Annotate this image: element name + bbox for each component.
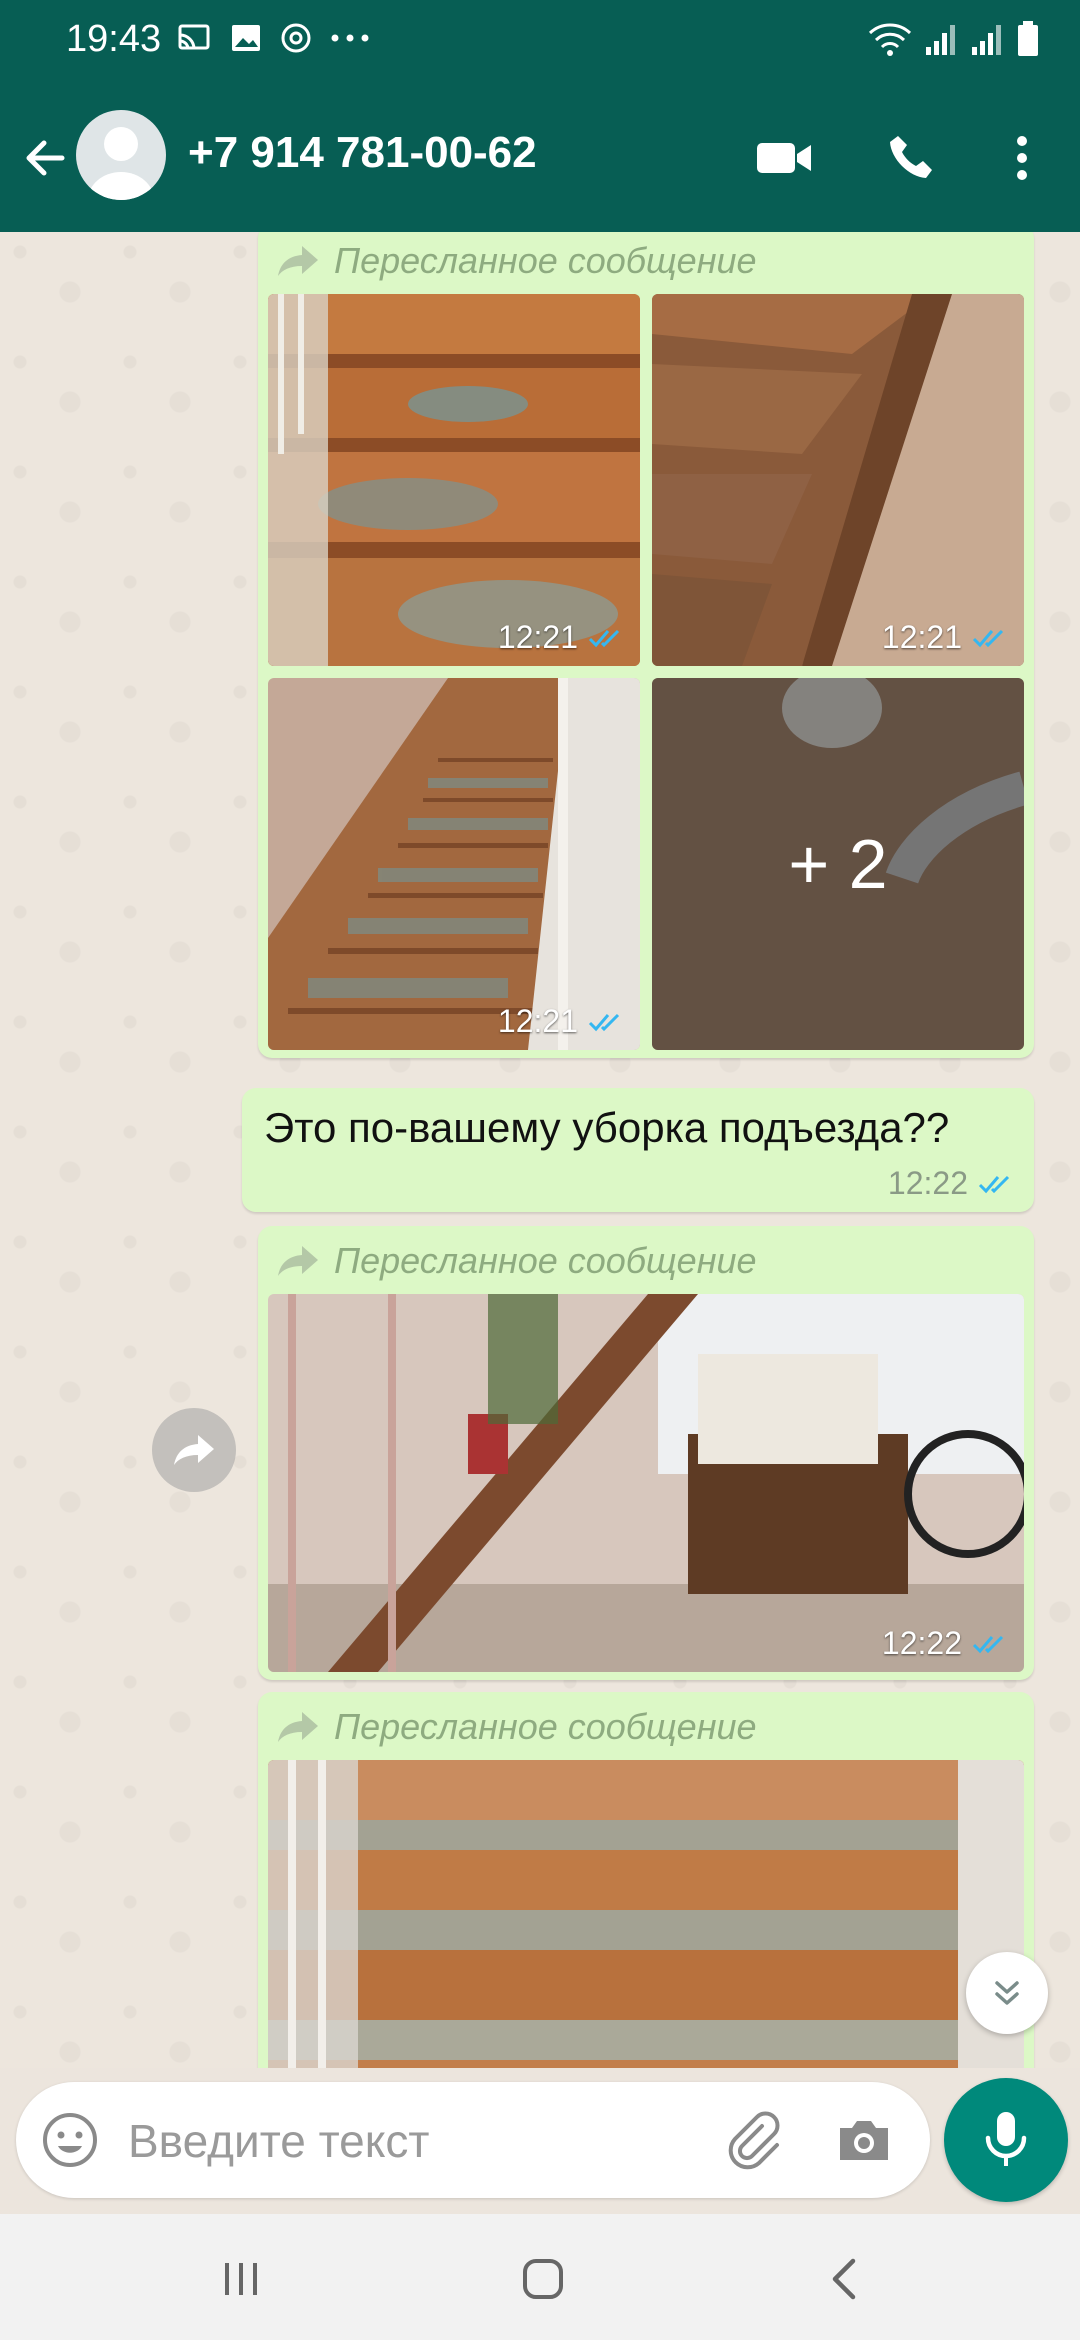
emoji-button[interactable]: [38, 2108, 102, 2172]
double-chevron-down-icon: [995, 1981, 1019, 2005]
read-ticks-icon: [588, 629, 620, 647]
battery-icon: [1018, 21, 1038, 56]
avatar[interactable]: [76, 110, 166, 200]
read-ticks-icon: [588, 1013, 620, 1031]
more-options-button[interactable]: [984, 120, 1060, 196]
forwarded-photo[interactable]: [268, 1760, 1024, 2068]
forwarded-photo-bubble[interactable]: Пересланное сообщение 12:22: [258, 1226, 1034, 1680]
camera-icon: [840, 2121, 888, 2160]
album-photo[interactable]: 12:21: [268, 294, 640, 666]
stair-photo: [268, 294, 640, 666]
hallway-photo: [268, 1294, 1024, 1672]
stair-photo: [268, 678, 640, 1050]
cast-icon: [178, 24, 210, 50]
forward-icon: [278, 1246, 318, 1276]
read-ticks-icon: [972, 629, 1004, 647]
photo-timestamp: 12:21: [498, 1003, 626, 1040]
read-ticks-icon: [972, 1635, 1004, 1653]
text-message-bubble[interactable]: Это по-вашему уборка подъезда?? 12:22: [242, 1088, 1034, 1212]
forward-icon: [278, 1712, 318, 1742]
system-nav-bar: [0, 2214, 1080, 2340]
nav-back-button[interactable]: [810, 2244, 880, 2314]
read-ticks-icon: [978, 1175, 1010, 1193]
forwarded-label: Пересланное сообщение: [276, 240, 757, 282]
camera-button[interactable]: [832, 2108, 896, 2172]
mic-icon: [985, 2112, 1027, 2166]
forwarded-label: Пересланное сообщение: [276, 1240, 757, 1282]
forward-icon: [174, 1435, 214, 1465]
avatar-icon: [88, 127, 154, 200]
forwarded-label: Пересланное сообщение: [276, 1706, 757, 1748]
at-icon: [281, 23, 311, 53]
phone-icon: [890, 136, 932, 178]
more-vert-icon: [1017, 136, 1027, 180]
stair-photo: [268, 1760, 1024, 2068]
back-icon: [832, 2258, 856, 2300]
chat-area[interactable]: Пересланное сообщение 12:21 12:21 12:21 …: [0, 232, 1080, 2068]
wifi-icon: [868, 23, 912, 56]
message-timestamp: 12:22: [888, 1165, 1016, 1202]
back-arrow-icon: [26, 140, 65, 176]
message-input[interactable]: Введите текст: [128, 2114, 429, 2168]
home-button[interactable]: [508, 2244, 578, 2314]
recents-button[interactable]: [206, 2244, 276, 2314]
forwarded-photo[interactable]: 12:22: [268, 1294, 1024, 1672]
album-photo[interactable]: 12:21: [652, 294, 1024, 666]
message-text: Это по-вашему уборка подъезда??: [264, 1104, 950, 1151]
album-photo-more[interactable]: + 2: [652, 678, 1024, 1050]
video-call-icon: [757, 143, 811, 173]
video-call-button[interactable]: [746, 120, 822, 196]
stair-photo: [652, 294, 1024, 666]
voice-call-button[interactable]: [872, 120, 948, 196]
status-time: 19:43: [66, 18, 162, 60]
photo-timestamp: 12:21: [498, 619, 626, 656]
image-icon: [232, 25, 260, 51]
forwarded-photo-bubble[interactable]: Пересланное сообщение: [258, 1692, 1034, 2068]
forward-button[interactable]: [152, 1408, 236, 1492]
message-input-bar[interactable]: Введите текст: [16, 2082, 930, 2198]
attach-icon: [728, 2111, 780, 2170]
back-button[interactable]: [16, 128, 76, 188]
forward-icon: [278, 246, 318, 276]
status-bar: 19:43: [0, 0, 1080, 84]
more-dots-icon: [331, 34, 369, 42]
chat-header: +7 914 781-00-62: [0, 84, 1080, 232]
contact-name[interactable]: +7 914 781-00-62: [188, 128, 537, 178]
photo-timestamp: 12:21: [882, 619, 1010, 656]
home-icon: [523, 2259, 563, 2299]
recents-icon: [225, 2263, 257, 2295]
emoji-icon: [43, 2113, 97, 2167]
photo-timestamp: 12:22: [882, 1625, 1010, 1662]
scroll-to-bottom-button[interactable]: [966, 1952, 1048, 2034]
more-photos-overlay: + 2: [652, 678, 1024, 1050]
signal-icon: [972, 25, 1001, 55]
voice-record-button[interactable]: [944, 2078, 1068, 2202]
forwarded-album-bubble[interactable]: Пересланное сообщение 12:21 12:21 12:21 …: [258, 232, 1034, 1058]
album-photo[interactable]: 12:21: [268, 678, 640, 1050]
signal-icon: [926, 25, 955, 55]
attach-button[interactable]: [722, 2108, 786, 2172]
